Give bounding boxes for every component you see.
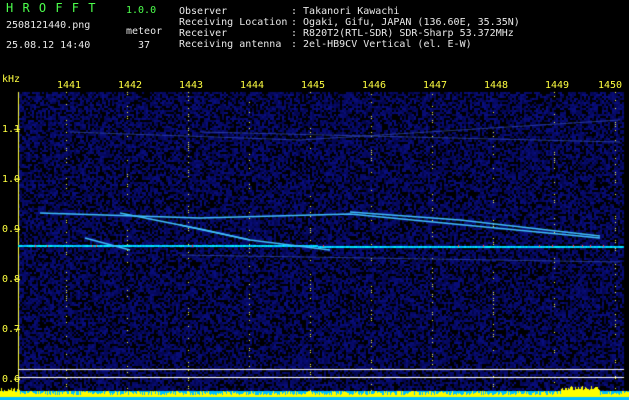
time-tick-label: 1442	[118, 80, 143, 91]
time-tick-label: 1441	[57, 80, 82, 91]
time-tick-label: 1444	[240, 80, 265, 91]
location-value: : Ogaki, Gifu, JAPAN (136.60E, 35.35N)	[291, 17, 520, 28]
app-logo: H R O F F T	[6, 1, 97, 15]
image-filename: 2508121440.png	[6, 20, 91, 31]
antenna-value: : 2el-HB9CV Vertical (el. E-W)	[291, 39, 472, 50]
time-tick-label: 1445	[301, 80, 326, 91]
frequency-unit-label: kHz	[2, 74, 21, 85]
time-tick-label: 1446	[362, 80, 387, 91]
receiver-label: Receiver	[179, 28, 228, 39]
time-tick-label: 1443	[179, 80, 204, 91]
freq-tick-label: 0.9	[2, 224, 21, 235]
hroft-spectrogram-window: H R O F F T 1.0.0 2508121440.png meteor …	[0, 0, 629, 400]
spectrogram-canvas	[0, 0, 629, 400]
time-tick-label: 1448	[484, 80, 509, 91]
freq-tick-label: 1.0	[2, 174, 21, 185]
antenna-label: Receiving antenna	[179, 39, 282, 50]
observer-value: : Takanori Kawachi	[291, 6, 400, 17]
receiver-value: : R820T2(RTL-SDR) SDR-Sharp 53.372MHz	[291, 28, 514, 39]
time-tick-label: 1449	[545, 80, 570, 91]
time-tick-label: 1450	[598, 80, 623, 91]
freq-tick-label: 0.7	[2, 324, 21, 335]
app-version: 1.0.0	[126, 5, 157, 16]
meteor-label: meteor	[126, 26, 163, 37]
location-label: Receiving Location	[179, 17, 288, 28]
freq-tick-label: 1.1	[2, 124, 21, 135]
capture-datetime: 25.08.12 14:40	[6, 40, 91, 51]
freq-tick-label: 0.8	[2, 274, 21, 285]
time-tick-label: 1447	[423, 80, 448, 91]
freq-tick-label: 0.6	[2, 374, 21, 385]
observer-label: Observer	[179, 6, 228, 17]
meteor-count: 37	[138, 40, 151, 51]
